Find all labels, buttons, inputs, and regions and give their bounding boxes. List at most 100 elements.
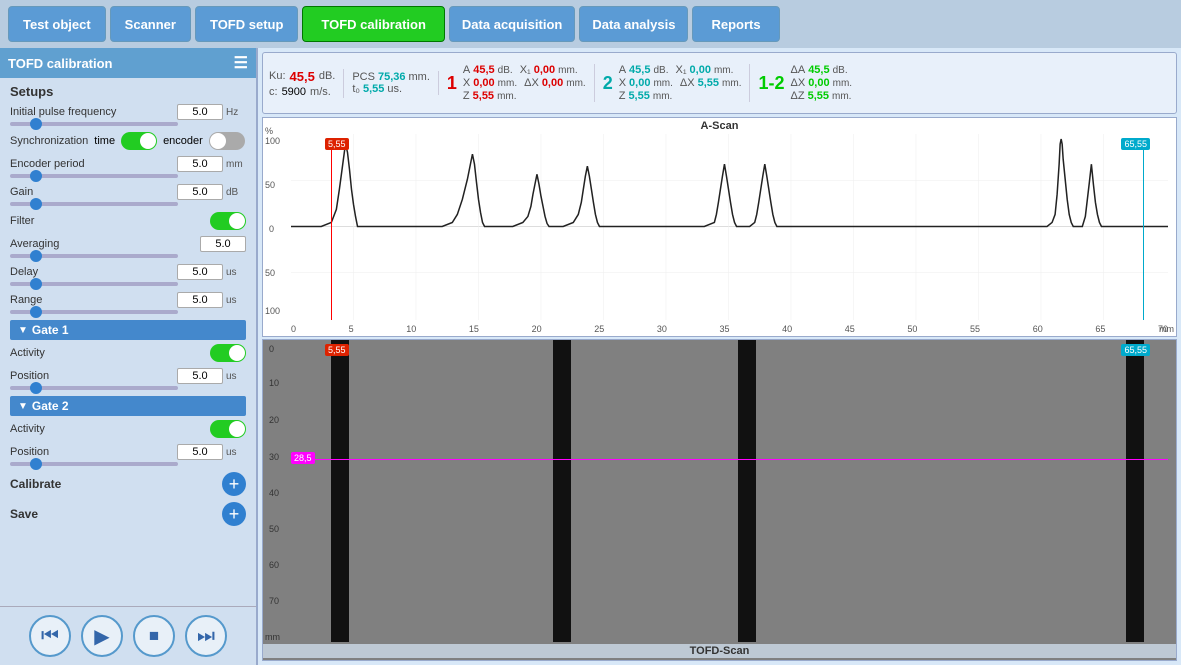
sync-encoder-label: encoder	[163, 135, 203, 147]
m2-x1-unit: mm.	[714, 65, 733, 76]
tofd-vertical-right	[1126, 340, 1144, 642]
gate2-position-slider[interactable]	[10, 462, 246, 466]
gate2-position-input[interactable]	[177, 444, 223, 460]
marker12-num: 1-2	[758, 73, 784, 94]
initial-pulse-row: Initial pulse frequency Hz	[10, 104, 246, 120]
range-slider[interactable]	[10, 310, 246, 314]
gate1-position-input[interactable]	[177, 368, 223, 384]
gate2-activity-row: Activity	[10, 420, 246, 438]
encoder-period-unit: mm	[226, 159, 246, 170]
transport-controls: ⏮ ▶ ⏹ ⏭	[0, 606, 256, 665]
gate2-position-unit: us	[226, 447, 246, 458]
m1-dx-label: ΔX	[524, 77, 539, 89]
ascan-y-100-bot: 100	[265, 306, 280, 316]
t0-val: 5,55	[363, 83, 384, 95]
pcs-unit: mm.	[409, 71, 430, 83]
m1-z-unit: mm.	[497, 91, 516, 102]
gate2-activity-toggle[interactable]	[210, 420, 246, 438]
m1-x1-unit: mm.	[558, 65, 577, 76]
m2-z-unit: mm.	[653, 91, 672, 102]
m12-dx-unit: mm.	[833, 78, 852, 89]
range-unit: us	[226, 295, 246, 306]
tofd-gate-line	[291, 459, 1168, 460]
m1-x1-val: 0,00	[534, 64, 555, 76]
nav-scanner[interactable]: Scanner	[110, 6, 191, 42]
sync-label: Synchronization	[10, 135, 88, 147]
delay-slider[interactable]	[10, 282, 246, 286]
m2-dx-unit: mm.	[722, 78, 741, 89]
averaging-input[interactable]	[200, 236, 246, 252]
gate1-activity-row: Activity	[10, 344, 246, 362]
c-unit: m/s.	[310, 86, 331, 98]
nav-test-object[interactable]: Test object	[8, 6, 106, 42]
gate2-arrow: ▼	[18, 401, 28, 412]
transport-stop[interactable]: ⏹	[133, 615, 175, 657]
gain-unit: dB	[226, 187, 246, 198]
sync-row: Synchronization time encoder	[10, 132, 246, 150]
filter-row: Filter	[10, 212, 246, 230]
transport-play[interactable]: ▶	[81, 615, 123, 657]
pcs-val: 75,36	[378, 71, 406, 83]
nav-reports[interactable]: Reports	[692, 6, 779, 42]
tofd-y-20: 20	[269, 415, 279, 425]
ascan-y-50-top: 50	[265, 180, 275, 190]
encoder-period-label: Encoder period	[10, 158, 177, 170]
gate1-position-row: Position us	[10, 368, 246, 384]
encoder-period-input[interactable]	[177, 156, 223, 172]
ascan-container: A-Scan % 100 50 0 50 100 5,55 65,55	[262, 117, 1177, 337]
nav-tofd-setup[interactable]: TOFD setup	[195, 6, 298, 42]
gate1-activity-toggle[interactable]	[210, 344, 246, 362]
transport-forward[interactable]: ⏭	[185, 615, 227, 657]
delay-row: Delay us	[10, 264, 246, 280]
delay-input[interactable]	[177, 264, 223, 280]
sync-time-toggle[interactable]	[121, 132, 157, 150]
averaging-slider[interactable]	[10, 254, 246, 258]
tofd-vertical-mid2	[738, 340, 756, 642]
m1-x-unit: mm.	[498, 78, 517, 89]
ascan-svg	[291, 134, 1168, 320]
filter-toggle[interactable]	[210, 212, 246, 230]
m12-dx-label: ΔX	[791, 77, 806, 89]
sync-encoder-toggle[interactable]	[209, 132, 245, 150]
gate1-label: Gate 1	[32, 323, 69, 337]
nav-data-analysis[interactable]: Data analysis	[579, 6, 688, 42]
ascan-marker-left-line	[331, 138, 332, 320]
ascan-y-0: 0	[269, 224, 274, 234]
charts-area: A-Scan % 100 50 0 50 100 5,55 65,55	[262, 117, 1177, 661]
top-nav: Test object Scanner TOFD setup TOFD cali…	[0, 0, 1181, 48]
ku-val: 45,5	[290, 69, 315, 84]
t0-label: t₀	[352, 83, 360, 95]
tofd-y-50: 50	[269, 524, 279, 534]
delay-unit: us	[226, 267, 246, 278]
menu-icon[interactable]: ☰	[234, 53, 248, 73]
gain-label: Gain	[10, 186, 177, 198]
tofd-y-0: 0	[269, 344, 274, 354]
calibrate-button[interactable]: +	[222, 472, 246, 496]
c-val: 5900	[282, 86, 306, 98]
marker1-block: A 45,5 dB. X₁ 0,00 mm. X 0,00 mm. ΔX 0,0…	[463, 64, 595, 102]
m1-z-val: 5,55	[473, 90, 494, 102]
m2-a-label: A	[619, 64, 626, 76]
nav-data-acquisition[interactable]: Data acquisition	[449, 6, 575, 42]
save-button[interactable]: +	[222, 502, 246, 526]
tofd-y-60: 60	[269, 560, 279, 570]
nav-tofd-calibration[interactable]: TOFD calibration	[302, 6, 445, 42]
transport-rewind[interactable]: ⏮	[29, 615, 71, 657]
range-input[interactable]	[177, 292, 223, 308]
encoder-period-slider[interactable]	[10, 174, 246, 178]
gain-input[interactable]	[177, 184, 223, 200]
pcs-label: PCS	[352, 71, 375, 83]
m1-dx-unit: mm.	[566, 78, 585, 89]
m12-dz-unit: mm.	[832, 91, 851, 102]
panel-title: TOFD calibration	[8, 56, 113, 71]
gate1-position-slider[interactable]	[10, 386, 246, 390]
setups-title: Setups	[10, 84, 246, 99]
initial-pulse-input[interactable]	[177, 104, 223, 120]
ascan-marker-left-label: 5,55	[325, 138, 349, 150]
initial-pulse-slider[interactable]	[10, 122, 246, 126]
tofd-y-40: 40	[269, 488, 279, 498]
gate2-activity-label: Activity	[10, 423, 45, 435]
gain-slider[interactable]	[10, 202, 246, 206]
m1-x-label: X	[463, 77, 470, 89]
delay-label: Delay	[10, 266, 177, 278]
